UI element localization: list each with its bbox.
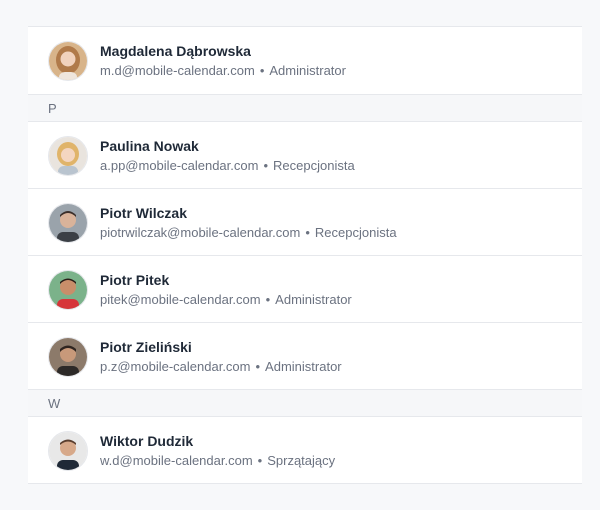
user-name: Paulina Nowak xyxy=(100,138,199,154)
section-header-w: W xyxy=(28,389,582,416)
meta-separator: • xyxy=(263,158,269,173)
user-row[interactable]: Paulina Nowak a.pp@mobile-calendar.com • R… xyxy=(28,121,582,188)
user-role: Administrator xyxy=(265,359,342,374)
meta-separator: • xyxy=(257,453,263,468)
user-avatar xyxy=(48,136,88,176)
meta-separator: • xyxy=(259,63,265,78)
user-avatar-image xyxy=(49,137,87,175)
user-avatar xyxy=(48,203,88,243)
user-avatar-image xyxy=(49,271,87,309)
user-meta: w.d@mobile-calendar.com • Sprzątający xyxy=(100,453,335,468)
user-meta: p.z@mobile-calendar.com • Administrator xyxy=(100,359,342,374)
user-meta: pitek@mobile-calendar.com • Administrator xyxy=(100,292,352,307)
user-avatar-image xyxy=(49,204,87,242)
user-name: Piotr Pitek xyxy=(100,272,170,288)
user-email: p.z@mobile-calendar.com xyxy=(100,359,251,374)
user-role: Administrator xyxy=(275,292,352,307)
meta-separator: • xyxy=(265,292,271,307)
user-name: Wiktor Dudzik xyxy=(100,433,194,449)
user-role: Recepcjonista xyxy=(314,225,397,240)
user-name: Piotr Zieliński xyxy=(100,339,192,355)
user-list: Magdalena Dąbrowska m.d@mobile-calendar.… xyxy=(28,26,582,484)
user-meta: a.pp@mobile-calendar.com • Recepcjonista xyxy=(100,158,355,173)
user-email: piotrwilczak@mobile-calendar.com xyxy=(100,225,301,240)
user-meta: piotrwilczak@mobile-calendar.com • Recepcj… xyxy=(100,225,397,240)
user-row[interactable]: Piotr Zieliński p.z@mobile-calendar.com •… xyxy=(28,322,582,389)
user-row[interactable]: Magdalena Dąbrowska m.d@mobile-calendar.… xyxy=(28,26,582,94)
user-email: a.pp@mobile-calendar.com xyxy=(100,158,259,173)
user-email: pitek@mobile-calendar.com xyxy=(100,292,261,307)
user-role: Sprzątający xyxy=(267,453,336,468)
user-row[interactable]: Piotr Wilczak piotrwilczak@mobile-calend… xyxy=(28,188,582,255)
user-email: m.d@mobile-calendar.com xyxy=(100,63,255,78)
user-avatar-image xyxy=(49,338,87,376)
user-avatar-image xyxy=(49,42,87,80)
user-row[interactable]: Piotr Pitek pitek@mobile-calendar.com • Ad… xyxy=(28,255,582,322)
user-email: w.d@mobile-calendar.com xyxy=(100,453,253,468)
user-meta: m.d@mobile-calendar.com • Administrator xyxy=(100,63,346,78)
user-name: Piotr Wilczak xyxy=(100,205,188,221)
meta-separator: • xyxy=(255,359,261,374)
user-avatar xyxy=(48,337,88,377)
user-role: Recepcjonista xyxy=(273,158,355,173)
user-role: Administrator xyxy=(269,63,346,78)
user-avatar xyxy=(48,270,88,310)
user-row[interactable]: Wiktor Dudzik w.d@mobile-calendar.com • Sp… xyxy=(28,416,582,484)
user-name: Magdalena Dąbrowska xyxy=(100,43,251,59)
user-avatar-image xyxy=(49,432,87,470)
user-avatar xyxy=(48,431,88,471)
section-header-p: P xyxy=(28,94,582,121)
meta-separator: • xyxy=(305,225,310,240)
user-avatar xyxy=(48,41,88,81)
